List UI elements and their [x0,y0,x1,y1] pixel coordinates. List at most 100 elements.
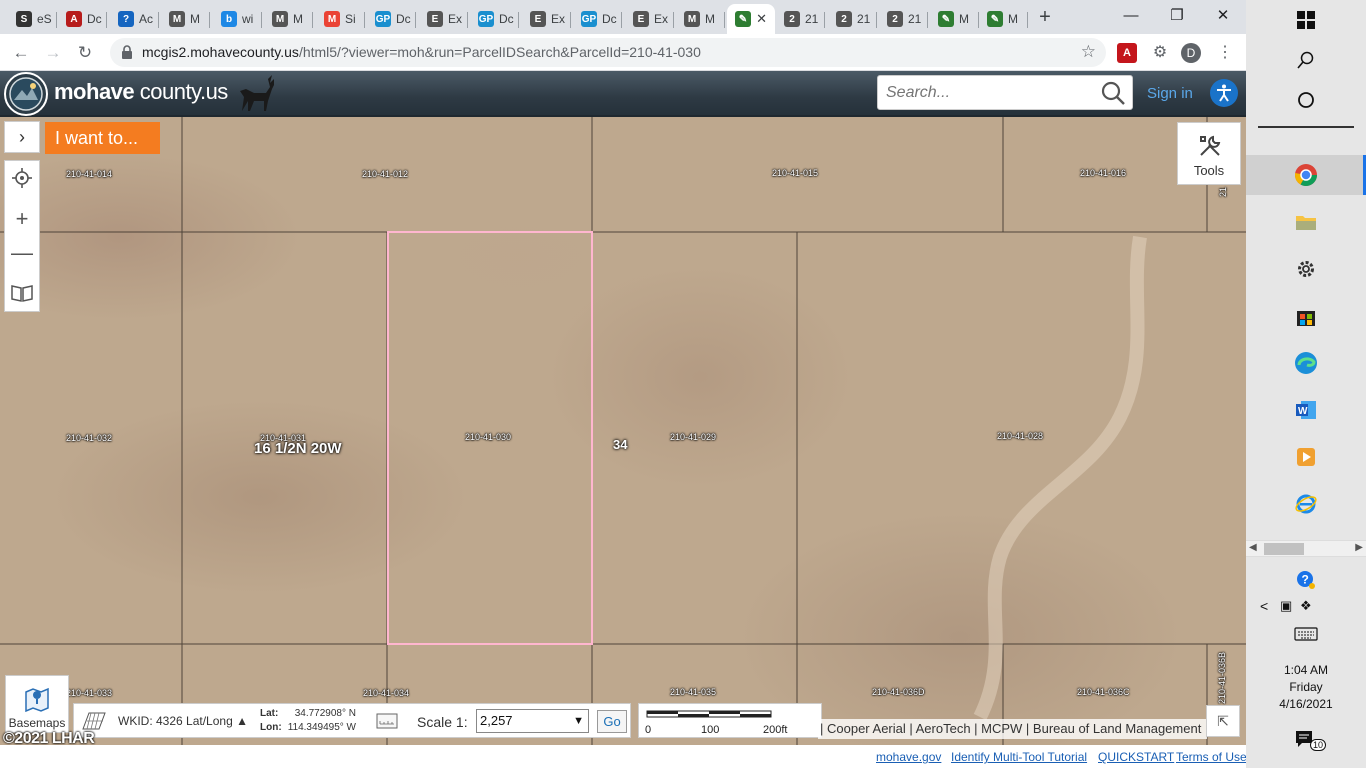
media-player-icon[interactable] [1286,437,1326,477]
chrome-taskbar-icon[interactable] [1246,155,1366,195]
wkid-selector[interactable]: WKID: 4326 Lat/Long ▲ [118,714,248,728]
zoom-in-icon[interactable]: + [5,202,39,236]
browser-tab[interactable]: MM [264,4,313,34]
taskbar-search-icon[interactable] [1286,40,1326,80]
browser-menu-icon[interactable]: ⋮ [1214,42,1236,64]
scroll-right-icon[interactable]: ▶ [1355,542,1363,553]
parcel-label[interactable]: 210-41-036B [1217,652,1227,704]
expand-panel-button[interactable]: › [4,121,40,153]
new-tab-button[interactable]: + [1034,6,1056,28]
footer-link-tutorial[interactable]: Identify Multi-Tool Tutorial [951,750,1087,764]
taskbar-clock[interactable]: 1:04 AM Friday 4/16/2021 [1246,662,1366,713]
tools-button[interactable]: Tools [1177,122,1241,185]
edge-browser-icon[interactable] [1286,343,1326,383]
parcel-label[interactable]: 210-41-033 [66,688,112,698]
parcel-label[interactable]: 210-41-032 [66,433,112,443]
tab-close-icon[interactable]: ✕ [756,11,767,27]
close-window-button[interactable]: ✕ [1200,4,1246,28]
county-seal-logo[interactable] [4,72,48,116]
maximize-button[interactable]: ❐ [1154,4,1200,28]
touch-keyboard-icon[interactable] [1286,614,1326,654]
parcel-label-selected[interactable]: 210-41-030 [465,432,511,442]
dropbox-icon[interactable]: ❖ [1300,598,1312,614]
accessibility-icon[interactable] [1210,79,1238,107]
browser-tab[interactable]: GP Dc [470,4,519,34]
footer-link-quickstart[interactable]: QUICKSTART [1098,750,1174,764]
browser-tab[interactable]: 2 21 [879,4,928,34]
notifications-icon[interactable]: 10 [1286,720,1327,760]
basemaps-button[interactable]: Basemaps [5,675,69,733]
collapse-corner-icon[interactable]: ⇱ [1206,705,1240,737]
internet-explorer-icon[interactable] [1286,484,1326,524]
sign-in-link[interactable]: Sign in [1147,85,1193,102]
parcel-label[interactable]: 210-41-036D [872,687,925,697]
browser-tab[interactable]: 2 21 [828,4,877,34]
bookmarks-book-icon[interactable] [5,276,39,310]
browser-tab[interactable]: ✎ ✕ [727,4,775,34]
tray-chevron-icon[interactable]: < [1260,598,1268,614]
store-bag-icon[interactable] [1286,296,1326,336]
parcel-label[interactable]: 210-41-015 [772,168,818,178]
browser-tab[interactable]: MM [676,4,725,34]
parcel-label[interactable]: 21 [1218,187,1228,197]
browser-tab[interactable]: SeS [8,4,57,34]
browser-tab[interactable]: E Ex [522,4,571,34]
word-app-icon[interactable]: W [1286,390,1326,430]
parcel-label[interactable]: 210-41-034 [363,688,409,698]
help-icon[interactable]: ? [1286,560,1326,600]
extensions-puzzle-icon[interactable]: ⚙ [1149,42,1171,64]
browser-tab[interactable]: GP Dc [573,4,622,34]
browser-tab[interactable]: MM [161,4,210,34]
taskbar-scrollbar[interactable]: ◀ ▶ [1246,540,1366,557]
parcel-label[interactable]: 210-41-028 [997,431,1043,441]
reload-icon[interactable]: ↻ [72,40,98,66]
township-range-label: 16 1/2N 20W [254,440,342,457]
scale-go-button[interactable]: Go [597,710,627,733]
parcel-label[interactable]: 210-41-029 [670,432,716,442]
site-title[interactable]: mohave county.us [54,79,228,105]
parcel-label[interactable]: 210-41-035 [670,687,716,697]
browser-tab[interactable]: E Ex [625,4,674,34]
search-input[interactable] [886,83,1086,103]
i-want-to-menu[interactable]: I want to... [45,122,160,154]
bookmark-star-icon[interactable]: ☆ [1081,42,1096,62]
browser-tab[interactable]: M Si [316,4,365,34]
file-explorer-icon[interactable] [1286,202,1326,242]
scale-ruler-icon[interactable] [374,709,400,733]
forward-icon[interactable]: → [40,40,66,66]
parcel-label[interactable]: 210-41-016 [1080,168,1126,178]
address-bar[interactable]: mcgis2.mohavecounty.us/html5/?viewer=moh… [110,38,1106,67]
parcel-label[interactable]: 210-41-014 [66,169,112,179]
footer-link-terms[interactable]: Terms of Use [1176,750,1247,764]
meet-camera-icon[interactable]: ▣ [1280,598,1292,614]
tab-separator [927,12,928,28]
acrobat-extension-icon[interactable]: A [1117,43,1137,63]
browser-tab[interactable]: 2 21 [776,4,825,34]
tab-title: M [190,12,200,26]
scale-select[interactable]: 2,257 ▼ [476,709,589,733]
search-icon[interactable] [1100,80,1126,106]
task-view-icon[interactable] [1286,80,1326,120]
browser-tab[interactable]: ✎ M [979,4,1028,34]
browser-tab[interactable]: b wi [213,4,262,34]
locate-me-icon[interactable] [5,161,39,195]
profile-avatar[interactable]: D [1181,43,1201,63]
browser-tab[interactable]: ? Ac [110,4,159,34]
browser-tab[interactable]: GP Dc [367,4,416,34]
zoom-out-icon[interactable]: — [5,236,39,270]
parcel-label[interactable]: 210-41-036C [1077,687,1130,697]
back-icon[interactable]: ← [8,40,34,66]
parcel-label[interactable]: 210-41-012 [362,169,408,179]
browser-tab[interactable]: ✎ M [930,4,979,34]
browser-tab[interactable]: E Ex [419,4,468,34]
browser-tab-strip: SeS A Dc? Ac M Mb wi M M M Si GP Dc E Ex GP Dc E Ex GP Dc E Ex… [0,0,1246,34]
settings-gear-icon[interactable] [1286,249,1326,289]
browser-tab[interactable]: A Dc [58,4,107,34]
scroll-left-icon[interactable]: ◀ [1249,542,1257,553]
url-text[interactable]: mcgis2.mohavecounty.us/html5/?viewer=moh… [142,44,701,60]
scrollbar-thumb[interactable] [1264,543,1304,555]
windows-start-icon[interactable] [1286,0,1326,40]
footer-link-mohave-gov[interactable]: mohave.gov [876,750,941,764]
minimize-button[interactable]: — [1108,4,1154,28]
map-canvas[interactable]: 210-41-014 210-41-012 210-41-015 210-41-… [0,117,1246,745]
